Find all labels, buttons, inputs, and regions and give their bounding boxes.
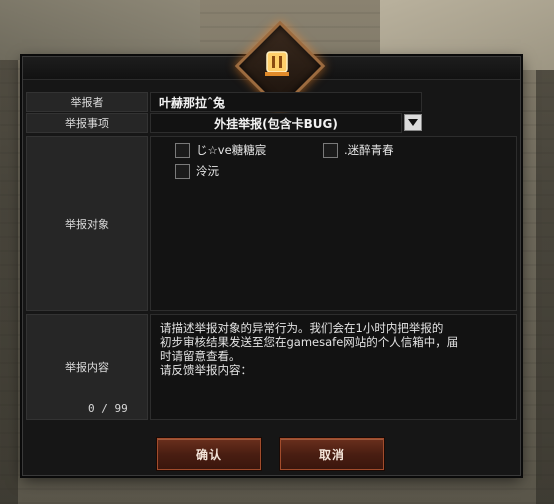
report-type-value: 外挂举报(包含卡BUG) xyxy=(214,116,338,131)
target-checkbox-1[interactable] xyxy=(175,142,190,158)
target-checkbox-3[interactable] xyxy=(175,163,190,179)
target-option-2[interactable]: .迷醉青春 xyxy=(323,142,394,158)
reporter-label: 举报者 xyxy=(26,92,148,112)
reporter-name: 叶赫那拉ˆ兔 xyxy=(159,95,226,110)
report-content-textarea[interactable]: 请描述举报对象的异常行为。我们会在1小时内把举报的 初步审核结果发送至您在gam… xyxy=(150,314,517,420)
target-option-3[interactable]: 泠沅 xyxy=(175,163,219,179)
game-background-wall-left xyxy=(0,0,200,60)
report-type-label: 举报事项 xyxy=(26,113,148,133)
target-checkbox-2[interactable] xyxy=(323,142,338,158)
cancel-button[interactable]: 取消 xyxy=(280,438,384,470)
target-name-2: .迷醉青春 xyxy=(344,143,394,157)
report-type-select[interactable]: 外挂举报(包含卡BUG) xyxy=(150,113,402,133)
reporter-value-box: 叶赫那拉ˆ兔 xyxy=(150,92,422,112)
report-targets-label: 举报对象 xyxy=(26,136,148,311)
target-name-3: 泠沅 xyxy=(196,164,219,178)
report-description-text: 请描述举报对象的异常行为。我们会在1小时内把举报的 初步审核结果发送至您在gam… xyxy=(160,321,459,377)
char-counter: 0 / 99 xyxy=(88,402,128,415)
target-name-1: じ☆ve糖糖宸 xyxy=(196,143,267,157)
report-content-label-cell: 举报内容 xyxy=(26,314,148,420)
target-option-1[interactable]: じ☆ve糖糖宸 xyxy=(175,142,266,158)
confirm-button[interactable]: 确认 xyxy=(157,438,261,470)
report-targets-list: じ☆ve糖糖宸 .迷醉青春 泠沅 xyxy=(150,136,517,311)
chevron-down-icon[interactable] xyxy=(404,114,422,131)
report-content-label: 举报内容 xyxy=(65,361,109,374)
